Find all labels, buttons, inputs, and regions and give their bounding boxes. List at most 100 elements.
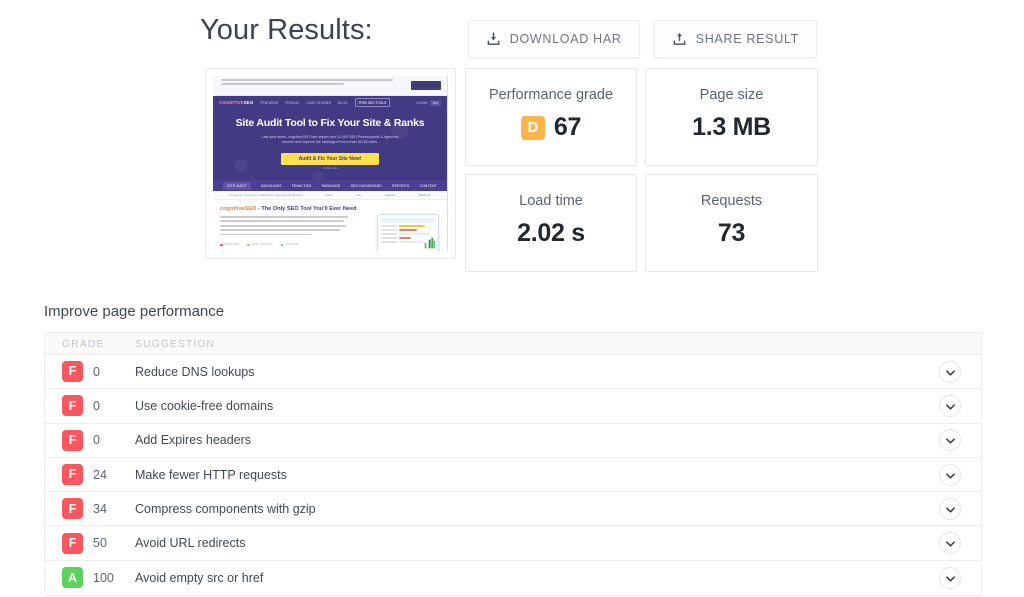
upload-tray-icon: [672, 31, 687, 47]
thumb-hero: Site Audit Tool to Fix Your Site & Ranks…: [213, 109, 447, 181]
share-result-button[interactable]: SHARE RESULT: [653, 20, 817, 58]
suggestions-table: GRADE SUGGESTION F 0 Reduce DNS lookups F 0 U…: [44, 332, 982, 597]
grade-cell: A 100: [45, 567, 135, 589]
chevron-down-icon: [945, 363, 955, 381]
thumb-nav-item: FEATURES: [260, 100, 279, 105]
metric-label: Requests: [700, 193, 763, 209]
table-row[interactable]: F 0 Add Expires headers: [45, 423, 981, 458]
page-title: Your Results:: [200, 14, 373, 46]
grade-score: 50: [93, 536, 107, 551]
metric-value: D 67: [466, 113, 636, 142]
table-row[interactable]: F 0 Reduce DNS lookups: [45, 355, 981, 390]
grade-badge: F: [62, 429, 83, 451]
row-expand-toggle[interactable]: [939, 463, 961, 486]
grade-badge: F: [62, 532, 83, 554]
metric-value: 73: [717, 219, 746, 247]
suggestion-text: Make fewer HTTP requests: [135, 467, 287, 482]
thumb-cta-subtext: - it's free, too! -: [321, 167, 339, 171]
results-header: Your Results: DOWNLOAD HAR SHARE RESULT: [0, 0, 1024, 62]
thumb-login-link: LOGIN: [416, 100, 428, 105]
thumb-cookie-accept: [411, 81, 441, 90]
row-expand-toggle[interactable]: [939, 360, 961, 383]
suggestions-rows: F 0 Reduce DNS lookups F 0 Use cookie-free do…: [45, 355, 981, 596]
grade-badge: A: [62, 567, 83, 589]
thumb-tab: RANKINGS: [321, 183, 341, 188]
grade-cell: F 50: [45, 532, 135, 554]
column-header-grade: GRADE: [62, 337, 105, 350]
metric-value: 2.02 s: [517, 219, 585, 247]
metric-number: 67: [553, 113, 582, 141]
grade-badge: F: [62, 395, 83, 417]
thumb-nav-cta: FREE SEO TOOLS: [354, 98, 391, 107]
thumb-chip: SITE AUDIT: [280, 243, 299, 246]
site-thumbnail-card[interactable]: COGNITIVESEO FEATURES PRICING CASE STUDI…: [205, 68, 456, 259]
chevron-down-icon: [945, 466, 955, 484]
metric-card-performance-grade: Performance grade D 67: [465, 68, 637, 166]
grade-score: 0: [93, 364, 100, 379]
grade-cell: F0: [45, 429, 135, 451]
suggestion-text: Add Expires headers: [135, 433, 252, 448]
table-row[interactable]: F 24 Make fewer HTTP requests: [45, 457, 981, 493]
metric-label: Performance grade: [488, 87, 614, 103]
thumb-trust-brand: Ahrefs: [325, 193, 334, 198]
row-expand-toggle[interactable]: [939, 429, 961, 452]
thumb-plant-graphic: [424, 238, 436, 249]
grade-cell: F 24: [45, 464, 135, 486]
site-thumbnail-image: COGNITIVESEO FEATURES PRICING CASE STUDI…: [213, 76, 448, 251]
table-row[interactable]: F 34 Compress components with gzip: [45, 492, 981, 527]
suggestion-text: Compress components with gzip: [135, 501, 316, 516]
chevron-down-icon: [945, 500, 955, 518]
chevron-down-icon: [945, 534, 955, 552]
thumb-nav-item: PRICING: [285, 100, 300, 105]
row-expand-toggle[interactable]: [939, 566, 961, 589]
thumb-tab: SEO DASHBOARD: [350, 183, 382, 188]
chevron-down-icon: [945, 397, 955, 415]
grade-score: 0: [93, 398, 100, 413]
table-row[interactable]: F 50 Avoid URL redirects: [45, 526, 981, 561]
thumb-navbar: COGNITIVESEO FEATURES PRICING CASE STUDI…: [213, 96, 447, 109]
thumb-tabs: SITE AUDIT BACKLINKS PENALTIES RANKINGS …: [213, 180, 447, 192]
metric-label: Page size: [699, 87, 764, 103]
grade-badge: F: [62, 464, 83, 486]
thumb-tab: BACKLINKS: [261, 183, 282, 188]
share-result-label: SHARE RESULT: [695, 32, 799, 46]
download-har-button[interactable]: DOWNLOAD HAR: [467, 20, 640, 58]
thumb-trust-brand: SEMrush: [418, 193, 431, 198]
metric-card-load-time: Load time 2.02 s: [465, 174, 637, 272]
thumb-trust-text: Trusted by Thousands of SEO Pros, Agenci…: [229, 193, 302, 198]
row-expand-toggle[interactable]: [939, 497, 961, 520]
table-row[interactable]: A 100 Avoid empty src or href: [45, 560, 981, 596]
row-expand-toggle[interactable]: [939, 532, 961, 555]
table-row[interactable]: F 0 Use cookie-free domains: [45, 389, 981, 424]
header-actions: DOWNLOAD HAR SHARE RESULT: [467, 20, 817, 58]
thumb-headline: Site Audit Tool to Fix Your Site & Ranks: [235, 117, 425, 129]
thumb-tab: SITE AUDIT: [223, 181, 252, 190]
suggestions-table-header: GRADE SUGGESTION: [45, 333, 981, 355]
grade-score: 0: [93, 433, 100, 448]
download-har-label: DOWNLOAD HAR: [509, 32, 622, 46]
thumb-cookie-banner: [213, 76, 447, 96]
thumb-logo: COGNITIVESEO: [219, 100, 254, 105]
row-expand-toggle[interactable]: [939, 394, 961, 417]
chevron-down-icon: [945, 569, 955, 587]
column-header-suggestion: SUGGESTION: [135, 337, 216, 350]
metric-card-page-size: Page size 1.3 MB: [645, 68, 818, 166]
thumb-trust-brand: Moz: [356, 193, 362, 198]
thumb-sub-line2: recover and improve the rankings of more…: [282, 140, 378, 145]
chevron-down-icon: [945, 431, 955, 449]
suggestion-text: Avoid empty src or href: [135, 570, 264, 585]
grade-score: 24: [93, 467, 107, 482]
thumb-chip: RANK TRACKING: [247, 243, 273, 246]
thumb-try-button: TRY: [430, 99, 441, 106]
thumb-trust-brand: Majestic: [385, 193, 396, 198]
results-page: Your Results: DOWNLOAD HAR SHARE RESULT …: [0, 0, 1024, 597]
thumb-tab: CONTENT: [419, 183, 437, 188]
thumb-chip: BACKLINKS: [220, 243, 239, 246]
thumb-body-title: cognitiveSEO - The Only SEO Tool You'll …: [220, 206, 357, 213]
suggestion-text: Use cookie-free domains: [135, 398, 274, 413]
thumb-tab: REPORTS: [392, 183, 410, 188]
thumb-body: cognitiveSEO - The Only SEO Tool You'll …: [213, 200, 447, 251]
grade-badge: F: [62, 361, 83, 383]
grade-badge: D: [520, 115, 545, 140]
suggestion-text: Reduce DNS lookups: [135, 364, 255, 379]
